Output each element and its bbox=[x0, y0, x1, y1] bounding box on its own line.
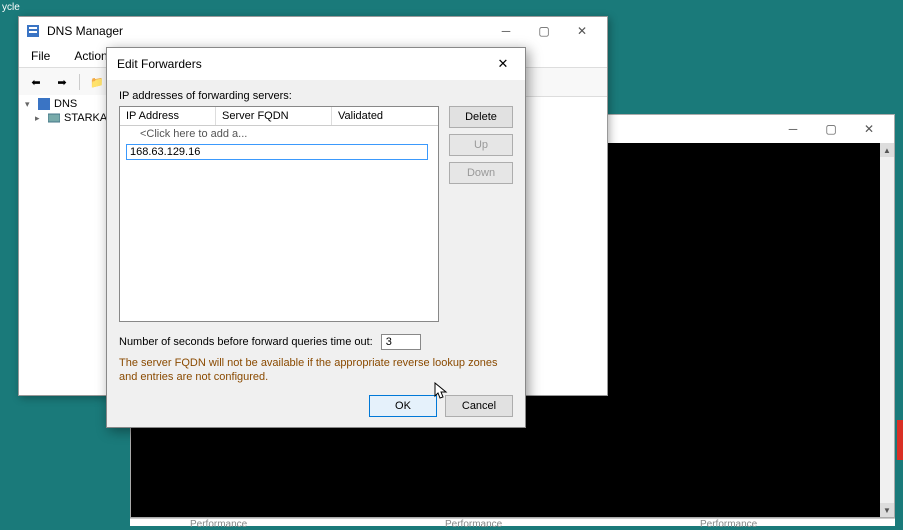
close-button[interactable]: ✕ bbox=[850, 116, 888, 142]
ip-input-row[interactable] bbox=[120, 142, 438, 162]
down-button[interactable]: Down bbox=[449, 162, 513, 184]
desktop-recycle-icon[interactable]: ycle bbox=[0, 0, 22, 15]
close-button[interactable]: ✕ bbox=[563, 18, 601, 44]
maximize-button[interactable]: ▢ bbox=[525, 18, 563, 44]
status-cell: Performance bbox=[640, 519, 895, 526]
scroll-up-icon[interactable]: ▲ bbox=[880, 143, 894, 157]
nav-back-icon[interactable]: ⬅ bbox=[25, 72, 47, 92]
add-hint-row[interactable]: <Click here to add a... bbox=[120, 126, 438, 142]
edge-indicator bbox=[897, 420, 903, 460]
forwarders-listbox[interactable]: IP Address Server FQDN Validated <Click … bbox=[119, 106, 439, 322]
fqdn-warning-text: The server FQDN will not be available if… bbox=[119, 356, 499, 385]
dns-app-icon bbox=[25, 23, 41, 39]
status-cell: Performance bbox=[385, 519, 640, 526]
status-cell: Performance bbox=[130, 519, 385, 526]
ip-address-input[interactable] bbox=[126, 144, 428, 160]
folder-icon[interactable]: 📁 bbox=[86, 72, 108, 92]
col-fqdn[interactable]: Server FQDN bbox=[216, 107, 332, 125]
nav-forward-icon[interactable]: ➡ bbox=[51, 72, 73, 92]
expand-icon[interactable]: ▸ bbox=[35, 113, 44, 124]
dns-titlebar[interactable]: DNS Manager ─ ▢ ✕ bbox=[19, 17, 607, 45]
col-ip[interactable]: IP Address bbox=[120, 107, 216, 125]
menu-file[interactable]: File bbox=[27, 47, 54, 65]
list-header: IP Address Server FQDN Validated bbox=[120, 107, 438, 126]
expand-icon[interactable]: ▾ bbox=[25, 99, 34, 110]
dns-node-icon bbox=[38, 98, 50, 110]
toolbar-separator bbox=[79, 74, 80, 90]
ip-list-label: IP addresses of forwarding servers: bbox=[119, 90, 513, 102]
minimize-button[interactable]: ─ bbox=[487, 18, 525, 44]
edit-forwarders-dialog: Edit Forwarders ✕ IP addresses of forwar… bbox=[106, 47, 526, 428]
maximize-button[interactable]: ▢ bbox=[812, 116, 850, 142]
server-node-icon bbox=[48, 112, 60, 124]
timeout-input[interactable] bbox=[381, 334, 421, 350]
dialog-title-text: Edit Forwarders bbox=[117, 57, 202, 71]
dialog-titlebar[interactable]: Edit Forwarders ✕ bbox=[107, 48, 525, 80]
dialog-close-icon[interactable]: ✕ bbox=[491, 54, 515, 74]
bottom-status-bar: Performance Performance Performance bbox=[130, 518, 895, 526]
minimize-button[interactable]: ─ bbox=[774, 116, 812, 142]
delete-button[interactable]: Delete bbox=[449, 106, 513, 128]
timeout-label: Number of seconds before forward queries… bbox=[119, 336, 373, 348]
up-button[interactable]: Up bbox=[449, 134, 513, 156]
scroll-down-icon[interactable]: ▼ bbox=[880, 503, 894, 517]
cancel-button[interactable]: Cancel bbox=[445, 395, 513, 417]
col-validated[interactable]: Validated bbox=[332, 107, 438, 125]
ok-button[interactable]: OK bbox=[369, 395, 437, 417]
dns-title-text: DNS Manager bbox=[47, 24, 123, 38]
console-scrollbar[interactable]: ▲ ▼ bbox=[880, 143, 894, 517]
